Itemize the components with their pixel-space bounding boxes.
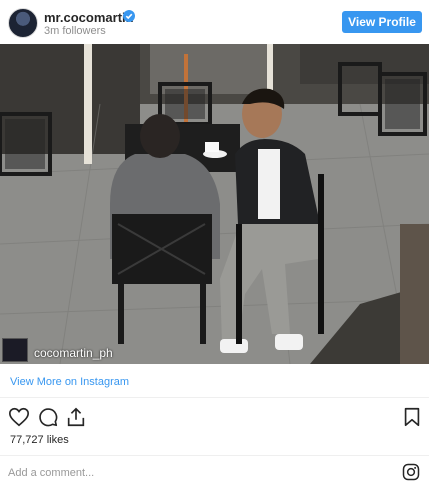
- bookmark-icon[interactable]: [401, 406, 423, 428]
- comment-input[interactable]: [8, 464, 388, 482]
- profile-avatar[interactable]: [8, 8, 38, 38]
- caption-avatar: [2, 338, 28, 362]
- post-header: mr.cocomartin 3m followers View Profile: [0, 0, 429, 44]
- instagram-icon[interactable]: [402, 463, 420, 481]
- verified-icon: [123, 10, 135, 22]
- share-icon[interactable]: [65, 406, 87, 428]
- post-photo[interactable]: cocomartin_ph: [0, 44, 429, 364]
- view-profile-button[interactable]: View Profile: [342, 11, 422, 33]
- action-bar: [0, 398, 429, 434]
- view-more-link[interactable]: View More on Instagram: [10, 376, 129, 388]
- follower-count: 3m followers: [44, 25, 106, 37]
- view-more-section: View More on Instagram: [0, 364, 429, 398]
- comment-icon[interactable]: [37, 406, 59, 428]
- caption-username: cocomartin_ph: [34, 346, 113, 360]
- like-count[interactable]: 77,727 likes: [10, 434, 69, 446]
- heart-icon[interactable]: [8, 406, 30, 428]
- instagram-embed: mr.cocomartin 3m followers View Profile: [0, 0, 429, 488]
- comment-bar: [0, 455, 429, 488]
- username[interactable]: mr.cocomartin: [44, 10, 134, 25]
